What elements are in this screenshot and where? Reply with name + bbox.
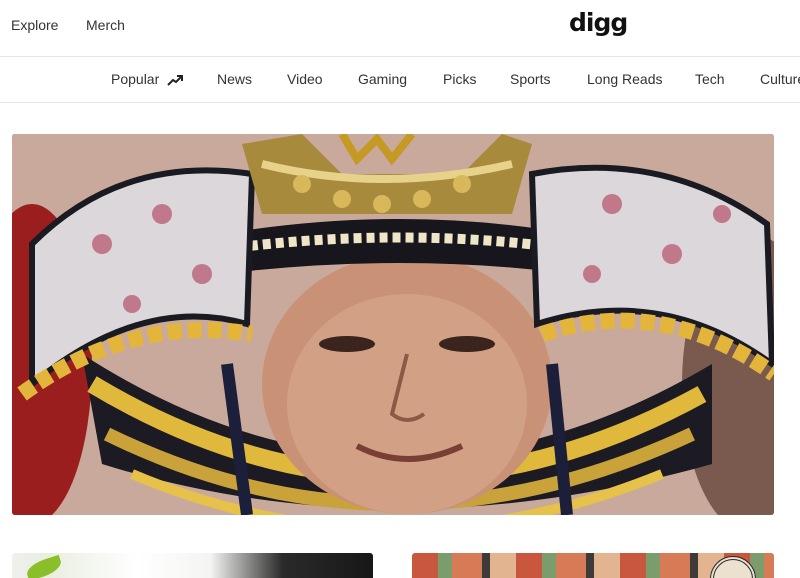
- nav-item-video[interactable]: Video: [287, 71, 323, 87]
- nav-item-label: Popular: [111, 71, 160, 87]
- swirl-shape: [710, 556, 756, 578]
- samurai-helmet-illustration: [12, 134, 774, 515]
- nav-item-long-reads[interactable]: Long Reads: [587, 71, 663, 87]
- hero-image[interactable]: [12, 134, 774, 515]
- trending-up-icon: [167, 75, 184, 86]
- category-nav: Popular News Video Gaming Picks Sports L…: [0, 57, 800, 103]
- nav-item-picks[interactable]: Picks: [443, 71, 476, 87]
- leaf-shape: [24, 554, 64, 578]
- nav-item-sports[interactable]: Sports: [510, 71, 550, 87]
- story-card-image-right[interactable]: [412, 553, 774, 578]
- explore-link[interactable]: Explore: [11, 17, 58, 33]
- merch-link[interactable]: Merch: [86, 17, 125, 33]
- nav-item-news[interactable]: News: [217, 71, 252, 87]
- nav-item-gaming[interactable]: Gaming: [358, 71, 407, 87]
- nav-item-culture[interactable]: Culture: [760, 71, 800, 87]
- story-card-image-left[interactable]: [12, 553, 373, 578]
- nav-item-tech[interactable]: Tech: [695, 71, 725, 87]
- nav-item-popular[interactable]: Popular: [111, 71, 184, 87]
- top-bar: Explore Merch digg: [0, 0, 800, 57]
- digg-logo[interactable]: digg: [569, 8, 628, 37]
